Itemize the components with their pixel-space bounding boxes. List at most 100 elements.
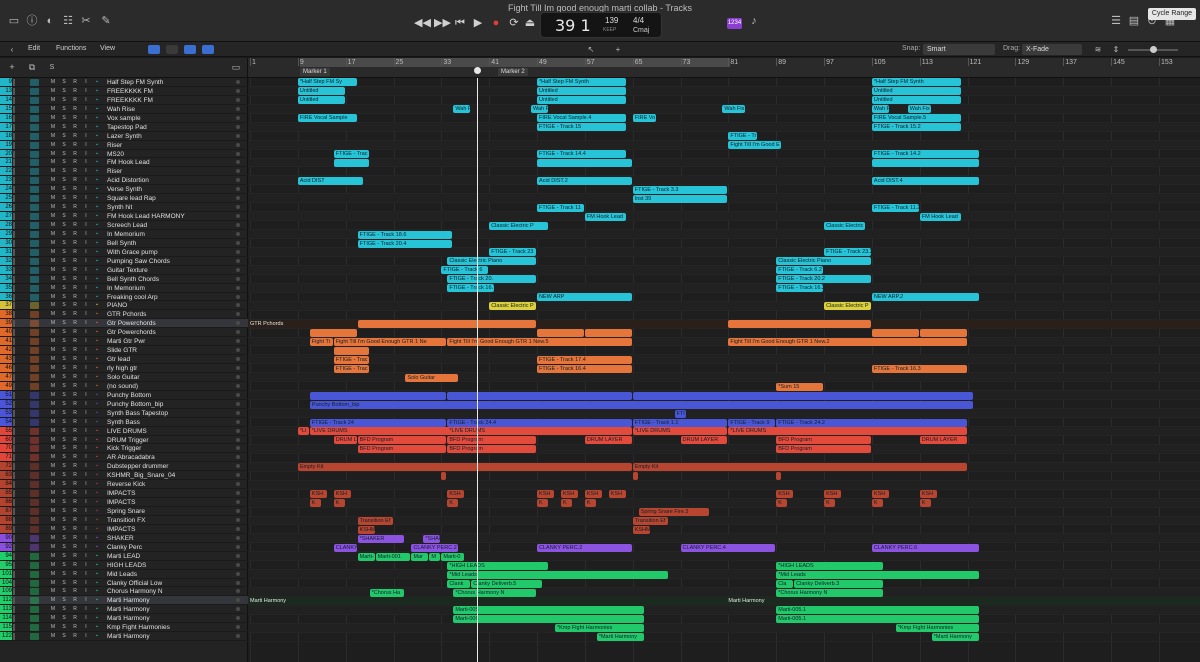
region[interactable]: KSH (560, 490, 578, 499)
track-volume-knob[interactable] (236, 169, 240, 174)
track-volume-knob[interactable] (236, 616, 240, 621)
mute-button[interactable]: M (50, 276, 56, 283)
disclosure-icon[interactable] (13, 105, 15, 113)
region[interactable]: BFD Program (357, 436, 447, 445)
disclosure-icon[interactable] (13, 195, 15, 203)
region[interactable]: FM Hook Lead (584, 212, 626, 221)
disclosure-icon[interactable] (13, 87, 15, 95)
region[interactable]: FTIGE - Track 17.4 (537, 355, 632, 364)
track-volume-knob[interactable] (236, 526, 240, 531)
track-lock-icon[interactable]: ▪ (94, 151, 100, 158)
track-header[interactable]: 109 M S R I ▪ Chorus Harmony N (0, 587, 248, 597)
track-lane[interactable] (248, 633, 1200, 642)
record-enable-button[interactable]: R (72, 624, 78, 631)
mute-button[interactable]: M (50, 97, 56, 104)
track-lock-icon[interactable]: ▪ (94, 615, 100, 622)
record-enable-button[interactable]: R (72, 535, 78, 542)
region[interactable]: NEW ARP (537, 293, 632, 302)
mute-button[interactable]: M (50, 401, 56, 408)
track-header[interactable]: 31 M S R I ▪ With Grace pump (0, 247, 248, 257)
region[interactable]: Untitled (297, 96, 345, 105)
input-monitor-button[interactable]: I (83, 240, 89, 247)
solo-button[interactable]: S (61, 562, 67, 569)
region[interactable]: *Chorus Harmony N (776, 588, 883, 597)
track-lane[interactable] (248, 454, 1200, 463)
solo-button[interactable]: S (61, 124, 67, 131)
track-volume-knob[interactable] (236, 151, 240, 156)
track-header[interactable]: 18 M S R I ▪ Lazer Synth (0, 131, 248, 141)
region[interactable]: KSH (776, 490, 794, 499)
input-monitor-button[interactable]: I (83, 186, 89, 193)
solo-button[interactable]: S (61, 168, 67, 175)
track-lock-icon[interactable]: ▪ (94, 258, 100, 265)
track-volume-knob[interactable] (236, 607, 240, 612)
record-enable-button[interactable]: R (72, 472, 78, 479)
track-lock-icon[interactable]: ▪ (94, 285, 100, 292)
solo-button[interactable]: S (61, 204, 67, 211)
record-enable-button[interactable]: R (72, 606, 78, 613)
mute-button[interactable]: M (50, 428, 56, 435)
record-enable-button[interactable]: R (72, 347, 78, 354)
record-enable-button[interactable]: R (72, 517, 78, 524)
mute-button[interactable]: M (50, 606, 56, 613)
cycle-icon[interactable]: ⟳ (506, 16, 522, 30)
region[interactable]: FTIGE - Tr (728, 132, 758, 141)
solo-button[interactable]: S (61, 79, 67, 86)
region[interactable]: Transition Ef (357, 516, 393, 525)
input-monitor-button[interactable]: I (83, 508, 89, 515)
disclosure-icon[interactable] (13, 508, 15, 515)
region[interactable]: KSH (309, 490, 327, 499)
track-volume-knob[interactable] (236, 276, 240, 281)
track-header[interactable]: 114 M S R I ▪ Marti Harmony (0, 614, 248, 624)
track-volume-knob[interactable] (236, 249, 240, 254)
record-enable-button[interactable]: R (72, 124, 78, 131)
track-header[interactable]: 70 M S R I ▪ Kick Trigger (0, 444, 248, 454)
track-lane[interactable] (248, 472, 1200, 481)
arrange-area[interactable]: GTR PchordsGTR PchordsMarti HarmonyMarti… (248, 78, 1200, 662)
input-monitor-button[interactable]: I (83, 419, 89, 426)
track-header[interactable]: 72 M S R I ▪ Dubstepper drummer (0, 462, 248, 472)
track-header[interactable]: 25 M S R I ▪ Square lead Rap (0, 194, 248, 204)
track-header[interactable]: 28 M S R I ▪ Screech Lead (0, 221, 248, 230)
region[interactable]: FTIGE - Track 14.2 (871, 150, 979, 158)
record-enable-button[interactable]: R (72, 401, 78, 408)
disclosure-icon[interactable] (13, 132, 15, 140)
track-lock-icon[interactable]: ▪ (94, 508, 100, 515)
disclosure-icon[interactable] (13, 150, 15, 158)
region[interactable]: *LIVE DRUMS (447, 427, 632, 436)
region[interactable]: Wah Fix (531, 105, 548, 114)
region[interactable]: Classic Electric Piano (447, 257, 537, 266)
track-volume-knob[interactable] (236, 312, 240, 317)
track-header[interactable]: 34 M S R I ▪ Bell Synth Chords (0, 274, 248, 284)
record-enable-button[interactable]: R (72, 428, 78, 435)
disclosure-icon[interactable] (13, 186, 15, 194)
solo-button[interactable]: S (61, 222, 67, 229)
zoom-slider-knob[interactable] (1150, 46, 1157, 53)
record-enable-button[interactable]: R (72, 392, 78, 399)
region[interactable]: Solo Guitar (405, 373, 459, 382)
region[interactable] (309, 329, 357, 337)
mute-button[interactable]: M (50, 302, 56, 309)
solo-button[interactable]: S (61, 535, 67, 542)
record-enable-button[interactable]: R (72, 526, 78, 533)
track-volume-knob[interactable] (236, 294, 240, 299)
input-monitor-button[interactable]: I (83, 580, 89, 587)
input-monitor-button[interactable]: I (83, 258, 89, 265)
track-volume-knob[interactable] (236, 124, 240, 129)
solo-button[interactable]: S (61, 481, 67, 488)
notepad-icon[interactable]: ▤ (1126, 14, 1142, 28)
region[interactable]: Acid DIST (297, 176, 363, 185)
track-lane[interactable] (248, 275, 1200, 284)
track-lock-icon[interactable]: ▪ (94, 544, 100, 551)
disclosure-icon[interactable] (13, 338, 15, 346)
region[interactable]: Wah Fix (871, 105, 889, 114)
solo-button[interactable]: S (61, 97, 67, 104)
track-lock-icon[interactable]: ▪ (94, 454, 100, 461)
input-monitor-button[interactable]: I (83, 285, 89, 292)
region[interactable]: FIRE Vocal Sample.5 (871, 114, 961, 123)
record-enable-button[interactable]: R (72, 168, 78, 175)
track-lock-icon[interactable]: ▪ (94, 329, 100, 336)
track-header[interactable]: 104 M S R I ▪ Clanky Official Low (0, 578, 248, 588)
disclosure-icon[interactable] (13, 168, 15, 176)
region[interactable]: FTIGE - Track 9 (728, 418, 776, 427)
